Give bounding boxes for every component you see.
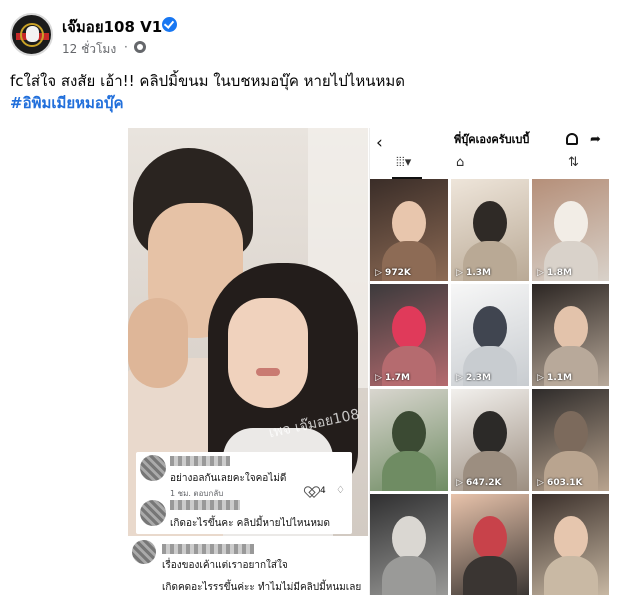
commenter-name-blurred [170, 456, 230, 466]
hashtag-link[interactable]: #อิพิมเมียหมอบุ๊ค [10, 92, 124, 114]
tab-reposts[interactable]: ⇅ [568, 155, 579, 177]
profile-title: พี่บุ๊คเองครับเบบี้ [454, 133, 530, 146]
globe-icon[interactable] [134, 41, 146, 53]
tab-shop[interactable]: ⌂ [456, 155, 464, 177]
tab-videos-grid[interactable]: ⦙⦙⦙▾ [396, 155, 411, 177]
profile-screenshot: ‹ พี่บุ๊คเองครับเบบี้ ➦ ⦙⦙⦙▾ ⌂ ⇅ ▷ 972K ▷… [369, 128, 609, 595]
page-name[interactable]: เจ๊มอย108 V1 [62, 15, 162, 39]
view-count: ▷ 1.1M [537, 373, 572, 383]
bell-icon[interactable] [566, 133, 578, 145]
video-thumbnail[interactable]: ▷ 1.7M [370, 284, 448, 386]
like-count: 4 [320, 486, 326, 496]
view-count: ▷ 1.8M [537, 268, 572, 278]
comment-screenshot: เรื่องของเค้าแต่เราอยากใส่ใจ เกิดคดอะไรร… [128, 536, 378, 595]
video-thumbnail[interactable]: ▷ 2.3M [451, 284, 529, 386]
view-count: ▷ 972K [375, 268, 411, 278]
view-count: ▷ 1.3M [456, 268, 491, 278]
post-timestamp[interactable]: 12 ชั่วโมง [62, 40, 116, 59]
commenter-avatar [140, 500, 166, 526]
view-count: ▷ 603.1K [537, 478, 583, 488]
share-icon[interactable]: ➦ [590, 132, 601, 147]
separator-dot: · [124, 40, 128, 54]
commenter-avatar [132, 540, 156, 564]
commenter-name-blurred [170, 500, 240, 510]
video-thumbnail[interactable]: ▷ 1.8M [532, 179, 609, 281]
video-thumbnail[interactable] [370, 494, 448, 595]
view-count: ▷ 1.7M [375, 373, 410, 383]
heart-icon [306, 487, 316, 496]
video-thumbnail[interactable]: ▷ 1.1M [532, 284, 609, 386]
post-caption: fcใส่ใจ สงสัย เอ้า!! คลิปมิ้ขนม ในบชหมอบ… [10, 72, 405, 90]
video-thumbnail[interactable] [370, 389, 448, 491]
comment-text: เกิดคดอะไรรรขึ้นค่ะะ ทำไมไม่มีคลิปมี้หนม… [162, 582, 362, 593]
comment-text: เรื่องของเค้าแต่เราอยากใส่ใจ [162, 560, 288, 571]
back-icon[interactable]: ‹ [376, 133, 383, 153]
verified-badge-icon [162, 17, 177, 32]
video-thumbnail[interactable] [532, 494, 609, 595]
dislike-icon: ♢ [336, 485, 345, 496]
video-thumbnail[interactable]: ▷ 1.3M [451, 179, 529, 281]
view-count: ▷ 647.2K [456, 478, 502, 488]
page-avatar[interactable] [10, 13, 53, 56]
view-count: ▷ 2.3M [456, 373, 491, 383]
commenter-name-blurred [162, 544, 254, 554]
video-thumbnail[interactable] [451, 494, 529, 595]
video-thumbnail[interactable]: ▷ 972K [370, 179, 448, 281]
comment-text: เกิดอะไรขึ้นคะ คลิปมี้หายไปไหนหมด [170, 518, 330, 529]
commenter-avatar [140, 455, 166, 481]
comment-text: อย่างอลกันเลยคะใจคอไม่ดี [170, 473, 287, 484]
video-thumbnail[interactable]: ▷ 647.2K [451, 389, 529, 491]
comment-screenshot: อย่างอลกันเลยคะใจคอไม่ดี 1 ชม. ตอบกลับ 4… [136, 452, 352, 534]
video-thumbnail[interactable]: ▷ 603.1K [532, 389, 609, 491]
comment-meta: 1 ชม. ตอบกลับ [170, 489, 224, 498]
